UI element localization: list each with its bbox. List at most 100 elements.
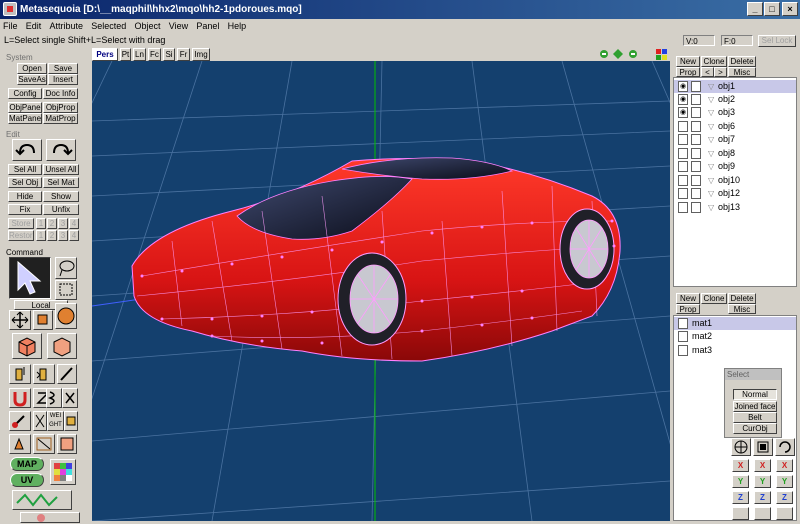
material-misc-button[interactable]: Misc: [728, 304, 756, 314]
object-row-obj3[interactable]: ◉ ▽ obj3: [674, 106, 796, 119]
matprop-button[interactable]: MatProp: [43, 113, 78, 124]
lock-icon[interactable]: [691, 188, 701, 199]
scale-y-button[interactable]: Y: [754, 475, 771, 488]
menu-help[interactable]: Help: [225, 19, 250, 34]
map-button[interactable]: MAP: [10, 457, 44, 471]
select-material-button[interactable]: Sel Mat: [43, 177, 79, 188]
object-next-button[interactable]: >: [714, 67, 727, 77]
extra-tool-button[interactable]: [20, 512, 80, 523]
move-tool-button[interactable]: [9, 310, 31, 330]
move-y-button[interactable]: Y: [732, 475, 749, 488]
select-object-button[interactable]: Sel Obj: [8, 177, 42, 188]
object-row-obj7[interactable]: ▽ obj7: [674, 133, 796, 146]
eye-icon[interactable]: ◉: [678, 94, 688, 105]
visibility-checkbox[interactable]: [678, 202, 688, 213]
magnet-tool-button[interactable]: [9, 388, 31, 408]
brush-tool-button[interactable]: [9, 434, 31, 454]
lock-icon[interactable]: [691, 121, 701, 132]
lock-icon[interactable]: [691, 134, 701, 145]
redo-button[interactable]: [46, 139, 76, 161]
eye-icon[interactable]: ◉: [678, 81, 688, 92]
objpane-button[interactable]: ObjPane: [8, 102, 42, 113]
tab-pers[interactable]: Pers: [92, 48, 118, 61]
uv-button[interactable]: UV: [10, 473, 44, 487]
move-z-button[interactable]: Z: [732, 491, 749, 504]
material-prop-button[interactable]: Prop: [676, 304, 700, 314]
rect-select-button[interactable]: [55, 280, 77, 300]
scale-x-button[interactable]: X: [754, 459, 771, 472]
visibility-checkbox[interactable]: [678, 175, 688, 186]
mirror-tool-button[interactable]: [33, 411, 47, 431]
scale-z-button[interactable]: Z: [754, 491, 771, 504]
lock-icon[interactable]: [691, 107, 701, 118]
menu-file[interactable]: File: [0, 19, 21, 34]
tab-face[interactable]: Fc: [148, 48, 161, 61]
visibility-checkbox[interactable]: [678, 121, 688, 132]
config-button[interactable]: Config: [8, 88, 42, 99]
lock-icon[interactable]: [691, 202, 701, 213]
store-slot-3[interactable]: 3: [58, 218, 68, 229]
new-material-button[interactable]: New: [676, 293, 700, 304]
reset-move-button[interactable]: [732, 507, 749, 520]
create-primitive-button[interactable]: [47, 333, 77, 359]
lock-icon[interactable]: [691, 161, 701, 172]
tab-image[interactable]: Img: [192, 48, 210, 61]
create-box-button[interactable]: [12, 333, 42, 359]
move-axes-button[interactable]: [731, 438, 751, 456]
material-color-swatch[interactable]: [678, 331, 688, 342]
select-normal-button[interactable]: Normal: [733, 389, 777, 400]
visibility-checkbox[interactable]: [678, 148, 688, 159]
knife-tool-button[interactable]: [57, 364, 77, 384]
minimize-button[interactable]: _: [747, 2, 763, 16]
object-row-obj10[interactable]: ▽ obj10: [674, 174, 796, 187]
tab-front[interactable]: Fr: [177, 48, 190, 61]
open-button[interactable]: Open: [17, 63, 47, 74]
lock-icon[interactable]: [691, 148, 701, 159]
store-slot-2[interactable]: 2: [47, 218, 57, 229]
restore-slot-1[interactable]: 1: [36, 230, 46, 241]
undo-button[interactable]: [12, 139, 42, 161]
tab-silhouette[interactable]: Si: [163, 48, 175, 61]
color-swatch-icon[interactable]: [656, 49, 667, 60]
object-row-obj1[interactable]: ◉ ▽ obj1: [674, 80, 796, 93]
store-slot-1[interactable]: 1: [36, 218, 46, 229]
delete-object-button[interactable]: Delete: [728, 56, 756, 67]
maximize-button[interactable]: □: [764, 2, 780, 16]
pull-tool-button[interactable]: [33, 364, 55, 384]
push-tool-button[interactable]: [9, 364, 31, 384]
twist-tool-button[interactable]: [46, 388, 62, 408]
menu-view[interactable]: View: [166, 19, 191, 34]
sel-lock-button[interactable]: Sel Lock: [758, 35, 796, 47]
restore-button[interactable]: Restore: [8, 230, 34, 241]
show-button[interactable]: Show: [43, 191, 79, 202]
visibility-checkbox[interactable]: [678, 134, 688, 145]
select-joined-face-button[interactable]: Joined face: [733, 401, 777, 412]
menu-object[interactable]: Object: [132, 19, 164, 34]
scale-tool-button[interactable]: [33, 310, 53, 330]
docinfo-button[interactable]: Doc Info: [43, 88, 78, 99]
lock-icon[interactable]: [691, 81, 701, 92]
visibility-checkbox[interactable]: [678, 161, 688, 172]
fill-tool-button[interactable]: [64, 411, 78, 431]
matpane-button[interactable]: MatPane: [8, 113, 42, 124]
close-button[interactable]: ×: [782, 2, 798, 16]
insert-button[interactable]: Insert: [48, 74, 78, 85]
weight-button[interactable]: WEI GHT: [47, 411, 64, 431]
delete-material-button[interactable]: Delete: [728, 293, 756, 304]
store-button[interactable]: Store: [8, 218, 34, 229]
delete-tool-button[interactable]: [62, 388, 78, 408]
rotate-axes-button[interactable]: [775, 438, 795, 456]
object-prop-button[interactable]: Prop: [676, 67, 700, 77]
lathe-tool-button[interactable]: [33, 434, 55, 454]
rotate-y-button[interactable]: Y: [776, 475, 793, 488]
select-tool-button[interactable]: [9, 257, 51, 299]
rotate-x-button[interactable]: X: [776, 459, 793, 472]
material-color-button[interactable]: [50, 459, 76, 485]
restore-slot-2[interactable]: 2: [47, 230, 57, 241]
title-bar[interactable]: Metasequoia [D:\__maqphil\hhx2\mqo\hh2-1…: [0, 0, 800, 19]
fix-button[interactable]: Fix: [8, 204, 42, 215]
material-row-mat2[interactable]: mat2: [674, 330, 796, 343]
object-row-obj12[interactable]: ▽ obj12: [674, 187, 796, 200]
object-prev-button[interactable]: <: [701, 67, 714, 77]
paint-tool-button[interactable]: [9, 411, 31, 431]
